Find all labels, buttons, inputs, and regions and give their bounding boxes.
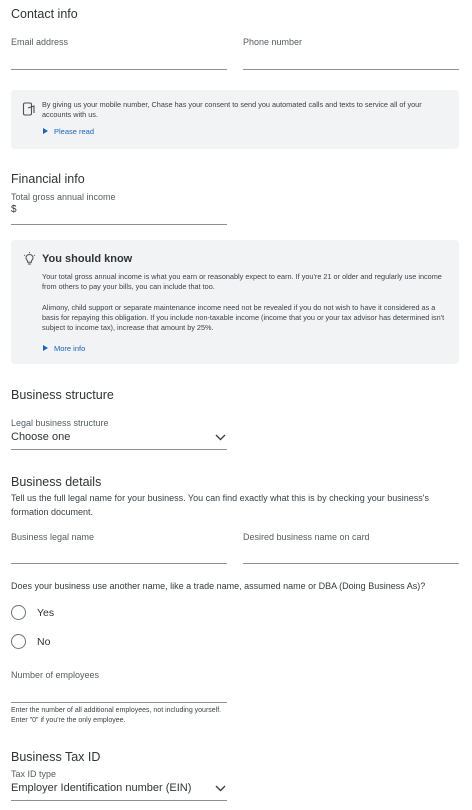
email-label: Email address <box>11 37 69 47</box>
business-legal-name-label: Business legal name <box>11 532 95 542</box>
tax-id-type-select[interactable]: Employer Identification number (EIN) <box>11 780 227 800</box>
income-label: Total gross annual income <box>11 192 116 202</box>
employees-label: Number of employees <box>11 670 100 680</box>
business-legal-name-field[interactable] <box>11 563 227 564</box>
email-field[interactable] <box>11 69 227 70</box>
know-paragraph-1: Your total gross annual income is what y… <box>42 272 442 291</box>
legal-structure-underline <box>11 449 227 450</box>
dba-no-option[interactable]: No <box>11 634 71 652</box>
employees-field[interactable] <box>11 702 227 703</box>
caret-right-icon <box>43 345 48 352</box>
chevron-down-icon <box>215 785 226 792</box>
legal-structure-select[interactable]: Choose one <box>11 429 227 451</box>
you-should-know-box: You should know Your total gross annual … <box>11 240 459 364</box>
dba-question: Does your business use another name, lik… <box>11 581 426 591</box>
tax-id-type-underline <box>11 800 227 801</box>
know-paragraph-2: Alimony, child support or separate maint… <box>42 303 445 332</box>
card-name-field[interactable] <box>243 563 459 564</box>
income-prefix: $ <box>11 204 17 215</box>
consent-text: By giving us your mobile number, Chase h… <box>42 100 422 119</box>
card-name-label: Desired business name on card <box>243 532 370 542</box>
you-should-know-title: You should know <box>42 253 133 265</box>
dba-yes-option[interactable]: Yes <box>11 605 71 623</box>
more-info-label: More info <box>54 344 86 353</box>
phone-consent-icon <box>22 102 35 116</box>
please-read-link[interactable]: Please read <box>43 127 94 136</box>
no-label: No <box>37 636 51 648</box>
chevron-down-icon <box>215 434 226 441</box>
phone-label: Phone number <box>243 37 303 47</box>
phone-field[interactable] <box>243 69 459 70</box>
employees-hint: Enter the number of all additional emplo… <box>11 707 222 724</box>
financial-info-heading: Financial info <box>11 172 85 186</box>
business-structure-heading: Business structure <box>11 388 114 402</box>
caret-right-icon <box>43 128 48 135</box>
consent-notice: By giving us your mobile number, Chase h… <box>11 90 459 149</box>
legal-structure-value: Choose one <box>11 431 71 443</box>
business-details-description: Tell us the full legal name for your bus… <box>11 493 429 517</box>
tax-id-type-value: Employer Identification number (EIN) <box>11 782 192 794</box>
please-read-label: Please read <box>54 127 95 136</box>
tax-id-type-label: Tax ID type <box>11 769 57 779</box>
business-tax-id-heading: Business Tax ID <box>11 750 101 764</box>
legal-structure-label: Legal business structure <box>11 418 109 428</box>
business-details-heading: Business details <box>11 475 102 489</box>
income-field[interactable] <box>11 224 227 225</box>
yes-label: Yes <box>37 607 55 619</box>
yes-radio[interactable] <box>11 605 26 620</box>
contact-info-heading: Contact info <box>11 7 78 21</box>
no-radio[interactable] <box>11 634 26 649</box>
more-info-link[interactable]: More info <box>43 344 85 353</box>
lightbulb-icon <box>23 252 36 265</box>
